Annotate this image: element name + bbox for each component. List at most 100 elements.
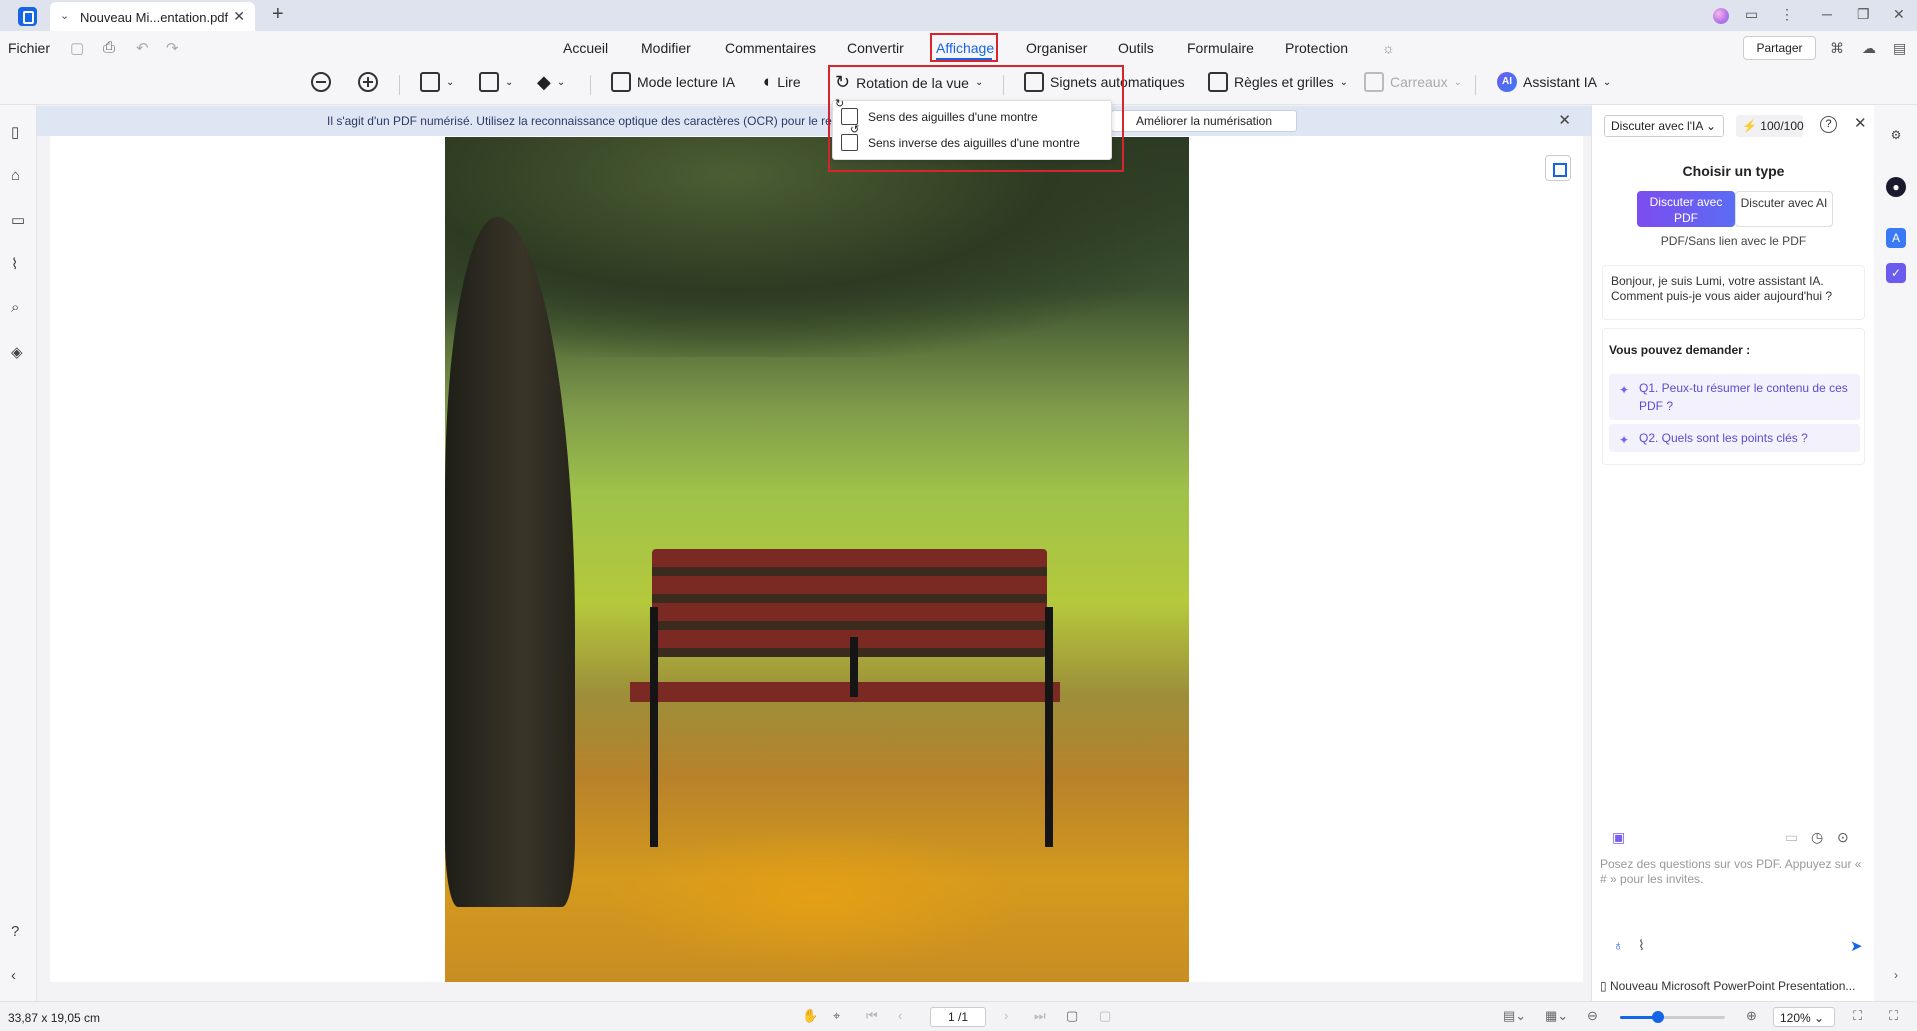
read-aloud-label: Lire — [777, 74, 801, 90]
fit-view-button[interactable] — [1545, 155, 1571, 181]
zoom-out-icon[interactable]: ⊖ — [1587, 1008, 1598, 1024]
history-icon[interactable]: ◷ — [1811, 829, 1823, 846]
restore-icon[interactable]: ❐ — [1857, 6, 1870, 23]
greeting-message: Bonjour, je suis Lumi, votre assistant I… — [1602, 265, 1865, 320]
zoom-slider-handle[interactable] — [1651, 1011, 1664, 1023]
feedback-icon[interactable]: ▭ — [1745, 6, 1758, 23]
share-network-icon[interactable]: ⌘ — [1830, 40, 1844, 57]
ai-bot-icon[interactable]: ● — [1886, 177, 1906, 197]
ai-assistant-label: Assistant IA — [1523, 74, 1597, 90]
expand-icon[interactable]: › — [1886, 965, 1906, 985]
avatar[interactable] — [1713, 8, 1729, 24]
zoom-slider[interactable] — [1620, 1011, 1725, 1023]
zoom-select[interactable]: 120% ⌄ — [1773, 1007, 1835, 1027]
suggestion-item[interactable]: ✦ Q2. Quels sont les points clés ? — [1609, 424, 1860, 452]
undo-icon[interactable]: ↶ — [136, 39, 149, 57]
rotate-counterclockwise-item[interactable]: Sens inverse des aiguilles d'une montre — [841, 123, 1080, 151]
attachment-icon[interactable]: ⌇ — [11, 255, 18, 273]
ai-read-mode-button[interactable]: Mode lecture IA — [611, 72, 735, 92]
layers-icon[interactable]: ◈ — [11, 343, 23, 361]
save-icon[interactable]: ▢ — [70, 39, 84, 57]
prev-page-icon[interactable]: ‹ — [898, 1008, 902, 1023]
menu-convertir[interactable]: Convertir — [847, 40, 904, 56]
page-display-button[interactable]: ⌄ — [479, 72, 513, 92]
cloud-upload-icon[interactable]: ☁ — [1862, 40, 1876, 57]
lightbulb-icon[interactable]: ☼ — [1382, 40, 1395, 56]
attached-file-name: Nouveau Microsoft PowerPoint Presentatio… — [1609, 979, 1856, 993]
close-tab-icon[interactable]: ✕ — [233, 8, 245, 25]
background-color-button[interactable]: ◆ ⌄ — [537, 72, 565, 93]
page-view-icon[interactable]: ▤⌄ — [1503, 1008, 1526, 1024]
zoom-out-button[interactable] — [311, 72, 331, 92]
first-page-icon[interactable]: ⏮ — [866, 1008, 878, 1024]
enhance-scan-button[interactable]: Améliorer la numérisation — [1111, 110, 1297, 132]
attach-icon[interactable]: ⌇ — [1638, 937, 1645, 954]
select-tool-icon[interactable]: ⌖ — [833, 1008, 840, 1024]
menu-formulaire[interactable]: Formulaire — [1187, 40, 1254, 56]
chevron-down-icon[interactable]: ⌄ — [60, 9, 69, 22]
share-button[interactable]: Partager — [1743, 36, 1816, 60]
menu-organiser[interactable]: Organiser — [1026, 40, 1087, 56]
chat-with-ai-option[interactable]: Discuter avec AI — [1735, 191, 1833, 227]
hand-tool-icon[interactable]: ✋ — [802, 1008, 818, 1024]
redo-icon[interactable]: ↷ — [166, 39, 179, 57]
help-icon[interactable]: ? — [1820, 116, 1837, 133]
rotate-page-icon[interactable]: ▢ — [1066, 1008, 1078, 1024]
ai-assistant-button[interactable]: AI Assistant IA ⌄ — [1497, 72, 1611, 92]
attached-file[interactable]: ▯ Nouveau Microsoft PowerPoint Presentat… — [1600, 979, 1855, 993]
read-aloud-button[interactable]: ◖ Lire — [761, 72, 801, 92]
suggestion-text: Q2. Quels sont les points clés ? — [1639, 431, 1808, 445]
next-page-icon[interactable]: › — [1004, 1008, 1008, 1023]
menu-protection[interactable]: Protection — [1285, 40, 1348, 56]
zoom-in-button[interactable] — [358, 72, 378, 92]
page-input[interactable]: 1 /1 — [930, 1007, 986, 1027]
suggestion-text: Q1. Peux-tu résumer le contenu de ces PD… — [1639, 381, 1848, 413]
send-icon[interactable]: ➤ — [1850, 937, 1863, 955]
crop-icon[interactable]: ▢ — [1099, 1008, 1111, 1024]
help-icon[interactable]: ? — [11, 923, 19, 940]
zoom-in-icon[interactable]: ⊕ — [1746, 1008, 1757, 1024]
print-icon[interactable]: ⎙ — [103, 39, 115, 56]
close-panel-icon[interactable]: ✕ — [1854, 114, 1867, 132]
file-menu[interactable]: Fichier — [8, 40, 50, 56]
menu-accueil[interactable]: Accueil — [563, 40, 608, 56]
tiles-button[interactable]: Carreaux ⌄ — [1364, 72, 1462, 92]
rulers-grids-button[interactable]: Règles et grilles ⌄ — [1208, 72, 1348, 92]
comment-icon[interactable]: ▭ — [11, 211, 25, 229]
panel-icon[interactable]: ▤ — [1893, 40, 1906, 57]
new-chat-icon[interactable]: ▭ — [1785, 829, 1798, 846]
credits-value: 100/100 — [1760, 119, 1804, 133]
read-mode-icon — [611, 72, 631, 92]
prompt-library-icon[interactable]: ▣ — [1612, 829, 1625, 846]
translate-icon[interactable]: A — [1886, 228, 1906, 248]
rotate-counterclockwise-label: Sens inverse des aiguilles d'une montre — [868, 135, 1080, 150]
minimize-icon[interactable]: ─ — [1822, 6, 1832, 22]
document-tab[interactable]: ⌄ Nouveau Mi...entation.pdf ✕ — [50, 2, 255, 31]
task-icon[interactable]: ✓ — [1886, 263, 1906, 283]
properties-icon[interactable]: ⚙ — [1886, 125, 1906, 145]
close-banner-icon[interactable]: ✕ — [1558, 111, 1571, 129]
menu-modifier[interactable]: Modifier — [641, 40, 691, 56]
suggestion-item[interactable]: ✦ Q1. Peux-tu résumer le contenu de ces P… — [1609, 374, 1860, 420]
search-icon[interactable]: ⌕ — [11, 299, 19, 316]
last-page-icon[interactable]: ⏭ — [1034, 1008, 1046, 1024]
collapse-icon[interactable]: ‹ — [11, 967, 16, 984]
chat-input[interactable]: Posez des questions sur vos PDF. Appuyez… — [1600, 857, 1865, 897]
chat-with-pdf-option[interactable]: Discuter avec PDF — [1637, 191, 1735, 227]
bookmark-icon[interactable]: ⌂ — [11, 167, 20, 184]
settings-icon[interactable]: ⊙ — [1837, 829, 1849, 846]
fullscreen-icon[interactable]: ⛶ — [1889, 1008, 1898, 1024]
menu-outils[interactable]: Outils — [1118, 40, 1154, 56]
close-window-icon[interactable]: ✕ — [1893, 6, 1905, 23]
new-tab-icon[interactable]: + — [272, 3, 284, 26]
ai-mode-select[interactable]: Discuter avec l'IA ⌄ — [1604, 115, 1724, 137]
menu-commentaires[interactable]: Commentaires — [725, 40, 816, 56]
pages-icon[interactable]: ▯ — [11, 123, 19, 141]
fit-page-button[interactable]: ⌄ — [420, 72, 454, 92]
more-icon[interactable]: ⋮ — [1780, 6, 1794, 23]
rotate-clockwise-item[interactable]: Sens des aiguilles d'une montre — [835, 97, 1038, 125]
bench-leg — [850, 637, 858, 697]
idea-icon[interactable]: ♁ — [1613, 937, 1624, 953]
display-mode-icon[interactable]: ▦⌄ — [1545, 1008, 1568, 1024]
fit-screen-icon[interactable]: ⛶ — [1853, 1008, 1862, 1024]
